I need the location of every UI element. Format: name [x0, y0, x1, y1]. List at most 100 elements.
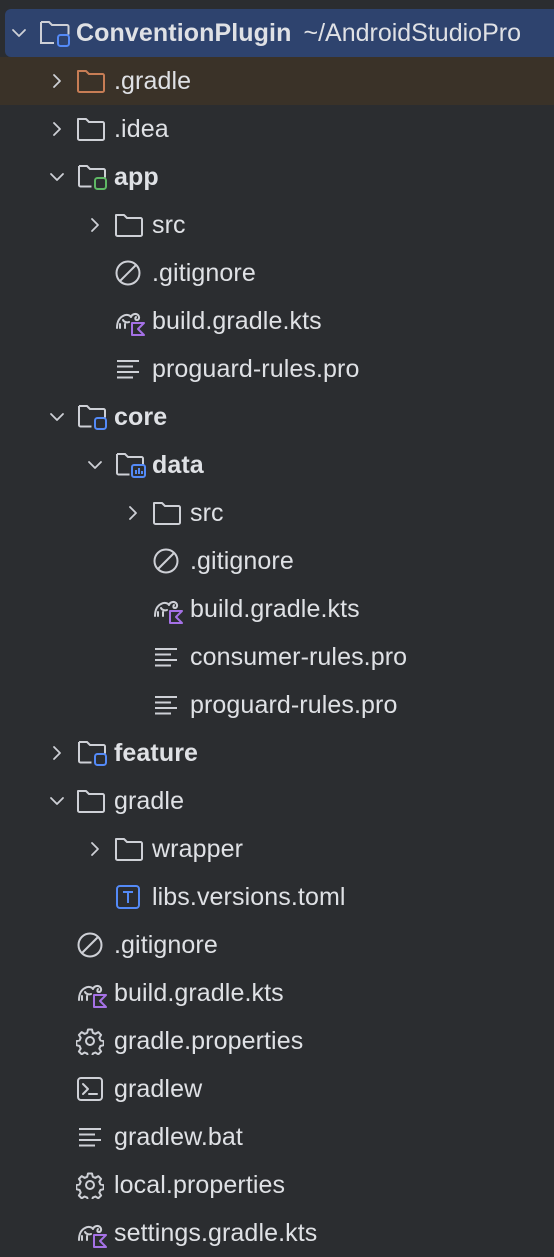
tree-item-label: build.gradle.kts	[190, 594, 360, 623]
tree-row-proguard-rules-pro[interactable]: proguard-rules.pro	[0, 681, 554, 729]
gradle-kotlin-icon	[152, 585, 190, 633]
tree-item-label: core	[114, 402, 168, 431]
tree-row-app[interactable]: app	[0, 153, 554, 201]
tree-item-label: .gradle	[114, 66, 192, 95]
tree-row-gradle[interactable]: gradle	[0, 777, 554, 825]
chevron-right-icon[interactable]	[38, 105, 76, 153]
root-project-path: ~/AndroidStudioPro	[303, 18, 521, 47]
tree-row-gradlew[interactable]: gradlew	[0, 1065, 554, 1113]
tree-item-label: .gitignore	[114, 930, 218, 959]
tree-item-label: local.properties	[114, 1170, 286, 1199]
tree-row-proguard-rules-pro[interactable]: proguard-rules.pro	[0, 345, 554, 393]
chevron-down-icon[interactable]	[38, 153, 76, 201]
tree-item-label: proguard-rules.pro	[190, 690, 398, 719]
tree-item-label: proguard-rules.pro	[152, 354, 360, 383]
tree-row-idea[interactable]: .idea	[0, 105, 554, 153]
tree-row-wrapper[interactable]: wrapper	[0, 825, 554, 873]
tree-row-core[interactable]: core	[0, 393, 554, 441]
tree-row-gradle[interactable]: .gradle	[0, 57, 554, 105]
chevron-down-icon[interactable]	[76, 441, 114, 489]
tree-row-settings-gradle-kts[interactable]: settings.gradle.kts	[0, 1209, 554, 1257]
folder-icon	[76, 777, 114, 825]
tree-row-build-gradle-kts[interactable]: build.gradle.kts	[0, 969, 554, 1017]
chevron-down-icon[interactable]	[5, 9, 38, 57]
tree-item-label: consumer-rules.pro	[190, 642, 408, 671]
tree-item-label: gradlew	[114, 1074, 203, 1103]
tree-row-gitignore[interactable]: .gitignore	[0, 249, 554, 297]
tree-row-src[interactable]: src	[0, 489, 554, 537]
module-folder-green-icon	[76, 153, 114, 201]
tree-row-feature[interactable]: feature	[0, 729, 554, 777]
tree-row-gitignore[interactable]: .gitignore	[0, 537, 554, 585]
folder-excluded-icon	[76, 57, 114, 105]
tree-item-label: src	[190, 498, 224, 527]
library-module-folder-icon	[114, 441, 152, 489]
tree-row-local-properties[interactable]: local.properties	[0, 1161, 554, 1209]
tree-row-gradlew-bat[interactable]: gradlew.bat	[0, 1113, 554, 1161]
tree-root-row[interactable]: ConventionPlugin ~/AndroidStudioPro	[5, 9, 554, 57]
gitignore-icon	[114, 249, 152, 297]
text-file-icon	[76, 1113, 114, 1161]
project-tree: ConventionPlugin ~/AndroidStudioPro .gra…	[0, 0, 554, 1256]
tree-item-label: feature	[114, 738, 199, 767]
tree-row-libs-versions-toml[interactable]: libs.versions.toml	[0, 873, 554, 921]
root-project-name: ConventionPlugin	[76, 18, 292, 47]
chevron-right-icon[interactable]	[76, 201, 114, 249]
folder-icon	[114, 201, 152, 249]
terminal-icon	[76, 1065, 114, 1113]
chevron-right-icon[interactable]	[114, 489, 152, 537]
tree-item-label: .idea	[114, 114, 169, 143]
tree-item-label: .gitignore	[152, 258, 256, 287]
tree-row-src[interactable]: src	[0, 201, 554, 249]
gear-icon	[76, 1017, 114, 1065]
chevron-down-icon[interactable]	[38, 777, 76, 825]
tree-row-gradle-properties[interactable]: gradle.properties	[0, 1017, 554, 1065]
tree-item-label: build.gradle.kts	[152, 306, 322, 335]
tree-item-label: data	[152, 450, 204, 479]
tree-item-label: libs.versions.toml	[152, 882, 346, 911]
folder-icon	[76, 105, 114, 153]
tree-item-label: src	[152, 210, 186, 239]
tree-row-build-gradle-kts[interactable]: build.gradle.kts	[0, 585, 554, 633]
tree-item-label: gradle.properties	[114, 1026, 304, 1055]
tree-row-data[interactable]: data	[0, 441, 554, 489]
tree-row-build-gradle-kts[interactable]: build.gradle.kts	[0, 297, 554, 345]
tree-row-consumer-rules-pro[interactable]: consumer-rules.pro	[0, 633, 554, 681]
chevron-right-icon[interactable]	[38, 729, 76, 777]
folder-icon	[114, 825, 152, 873]
chevron-right-icon[interactable]	[76, 825, 114, 873]
tree-item-label: gradle	[114, 786, 185, 815]
toml-file-icon	[114, 873, 152, 921]
text-file-icon	[152, 681, 190, 729]
chevron-down-icon[interactable]	[38, 393, 76, 441]
gitignore-icon	[76, 921, 114, 969]
text-file-icon	[114, 345, 152, 393]
module-folder-icon	[76, 729, 114, 777]
folder-icon	[152, 489, 190, 537]
chevron-right-icon[interactable]	[38, 57, 76, 105]
tree-item-label: wrapper	[152, 834, 244, 863]
module-folder-icon	[76, 393, 114, 441]
tree-item-label: build.gradle.kts	[114, 978, 284, 1007]
tree-row-gitignore[interactable]: .gitignore	[0, 921, 554, 969]
